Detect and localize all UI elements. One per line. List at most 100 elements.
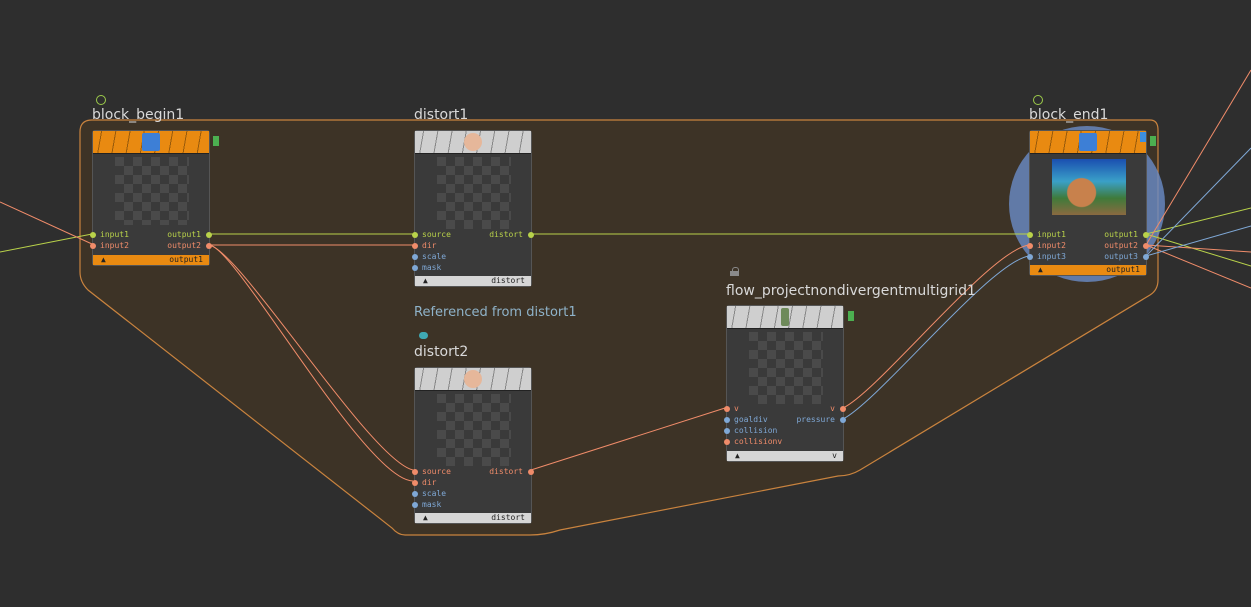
input-label: source (422, 230, 451, 239)
node-distort1[interactable]: source dir scale mask distort ▲ distort (412, 130, 534, 287)
node-footer[interactable]: ▲ distort (415, 513, 531, 523)
output-dot[interactable] (206, 243, 212, 249)
output-dot[interactable] (528, 232, 534, 238)
input-dot[interactable] (412, 232, 418, 238)
output-label: distort (489, 467, 523, 476)
output-dot[interactable] (1143, 254, 1149, 260)
cube-icon (1079, 133, 1097, 151)
input-label: scale (422, 252, 447, 261)
collapse-triangle-icon[interactable]: ▲ (735, 451, 740, 461)
input-dot[interactable] (412, 243, 418, 249)
node-block-begin[interactable]: input1 input2 output1 output2 ▲ output1 (90, 130, 212, 266)
input-label: mask (422, 263, 442, 272)
output-dot[interactable] (840, 406, 846, 412)
speech-bubble-icon[interactable] (419, 332, 428, 339)
footer-label: v (832, 451, 837, 460)
output-dot[interactable] (528, 469, 534, 475)
input-dot[interactable] (724, 428, 730, 434)
node-distort2[interactable]: source dir scale mask distort ▲ distort (412, 367, 534, 524)
node-footer[interactable]: ▲ output1 (93, 255, 209, 265)
node-header[interactable] (415, 368, 531, 391)
node-preview-render (1052, 159, 1126, 215)
collapse-triangle-icon[interactable]: ▲ (423, 276, 428, 286)
input-label: dir (422, 478, 437, 487)
network-canvas[interactable] (0, 0, 1251, 607)
input-dot[interactable] (412, 469, 418, 475)
input-dot[interactable] (724, 406, 730, 412)
input-dot[interactable] (90, 232, 96, 238)
node-header[interactable] (415, 131, 531, 154)
face-icon (464, 370, 482, 388)
input-dot[interactable] (412, 491, 418, 497)
node-footer[interactable]: ▲ output1 (1030, 265, 1146, 275)
input-label: v (734, 404, 739, 413)
node-title-distort2[interactable]: distort2 (414, 344, 468, 360)
node-title-distort1[interactable]: distort1 (414, 107, 468, 123)
output-label: output1 (1104, 230, 1138, 239)
output-dot[interactable] (1143, 243, 1149, 249)
render-flag-icon[interactable] (1150, 136, 1156, 146)
collapse-triangle-icon[interactable]: ▲ (1038, 265, 1043, 275)
output-dot[interactable] (1143, 232, 1149, 238)
bypass-ring-icon[interactable] (96, 95, 106, 105)
output-label: output3 (1104, 252, 1138, 261)
output-label: output2 (167, 241, 201, 250)
node-header[interactable] (727, 306, 843, 329)
input-label: scale (422, 489, 447, 498)
collapse-triangle-icon[interactable]: ▲ (423, 513, 428, 523)
wire-offscreen-to-input1 (0, 233, 93, 253)
compile-block-region (79, 119, 1159, 536)
node-footer[interactable]: ▲ distort (415, 276, 531, 286)
node-preview-checker (437, 394, 511, 466)
input-dot[interactable] (1027, 243, 1033, 249)
output-label: v (830, 404, 835, 413)
face-icon (464, 133, 482, 151)
node-preview-checker (437, 157, 511, 229)
input-label: input1 (100, 230, 129, 239)
input-dot[interactable] (412, 480, 418, 486)
input-label: mask (422, 500, 442, 509)
node-footer[interactable]: ▲ v (727, 451, 843, 461)
bypass-ring-icon[interactable] (1033, 95, 1043, 105)
input-dot[interactable] (412, 502, 418, 508)
input-label: collisionv (734, 437, 783, 446)
display-flag-icon[interactable] (848, 311, 854, 321)
output-label: output1 (167, 230, 201, 239)
input-label: goaldiv (734, 415, 768, 424)
output-label: output2 (1104, 241, 1138, 250)
display-flag-icon[interactable] (213, 136, 219, 146)
node-header[interactable] (1030, 131, 1146, 154)
node-title-flow[interactable]: flow_projectnondivergentmultigrid1 (726, 283, 976, 299)
node-block-end[interactable]: input1 input2 input3 output1 output2 out… (1027, 130, 1149, 276)
node-preview-checker (749, 332, 823, 404)
wire-offscreen-to-input2 (0, 201, 93, 245)
output-dot[interactable] (840, 417, 846, 423)
node-flow-projectnondivergentmultigrid[interactable]: v goaldiv collision collisionv v pressur… (724, 305, 846, 462)
node-preview-checker (115, 157, 189, 225)
input-label: input3 (1037, 252, 1066, 261)
cube-icon (142, 133, 160, 151)
input-dot[interactable] (412, 254, 418, 260)
input-dot[interactable] (724, 417, 730, 423)
display-flag-icon[interactable] (1140, 132, 1146, 142)
node-header[interactable] (93, 131, 209, 154)
output-label: distort (489, 230, 523, 239)
input-label: source (422, 467, 451, 476)
collapse-triangle-icon[interactable]: ▲ (101, 255, 106, 265)
lock-icon[interactable] (730, 267, 739, 276)
output-dot[interactable] (206, 232, 212, 238)
footer-label: distort (491, 513, 525, 522)
footer-label: distort (491, 276, 525, 285)
input-dot[interactable] (412, 265, 418, 271)
input-dot[interactable] (724, 439, 730, 445)
input-dot[interactable] (1027, 254, 1033, 260)
input-dot[interactable] (90, 243, 96, 249)
node-title-block-begin[interactable]: block_begin1 (92, 107, 184, 123)
input-dot[interactable] (1027, 232, 1033, 238)
node-title-block-end[interactable]: block_end1 (1029, 107, 1108, 123)
input-label: collision (734, 426, 778, 435)
output-label: pressure (796, 415, 835, 424)
input-label: input2 (1037, 241, 1066, 250)
wire-end-output1-offscreen-b (1145, 233, 1251, 267)
footer-label: output1 (169, 255, 203, 264)
